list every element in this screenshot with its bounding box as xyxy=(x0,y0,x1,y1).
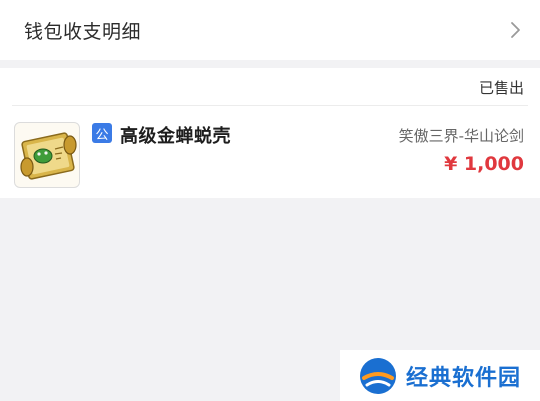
watermark-text: 经典软件园 xyxy=(406,365,522,391)
order-status: 已售出 xyxy=(478,79,524,97)
site-watermark: 经典软件园 xyxy=(340,350,540,401)
server-name: 笑傲三界-华山论剑 xyxy=(398,127,524,145)
chevron-right-icon xyxy=(510,21,522,39)
official-badge: 公 xyxy=(92,123,112,143)
wallet-details-row[interactable]: 钱包收支明细 xyxy=(0,0,540,60)
item-price: ¥ 1,000 xyxy=(444,153,524,175)
wallet-details-title: 钱包收支明细 xyxy=(24,20,142,43)
order-card[interactable]: 已售出 公 高级金蝉蜕壳 笑傲三界-华山论剑 ¥ 1,000 xyxy=(0,68,540,198)
site-logo-icon xyxy=(358,356,398,396)
item-name: 高级金蝉蜕壳 xyxy=(120,126,231,147)
divider xyxy=(12,105,528,106)
treasure-scroll-icon xyxy=(14,122,80,188)
wallet-page: 钱包收支明细 已售出 公 高级金蝉蜕壳 笑傲三界-华山论剑 ¥ 1,000 经典… xyxy=(0,0,540,401)
